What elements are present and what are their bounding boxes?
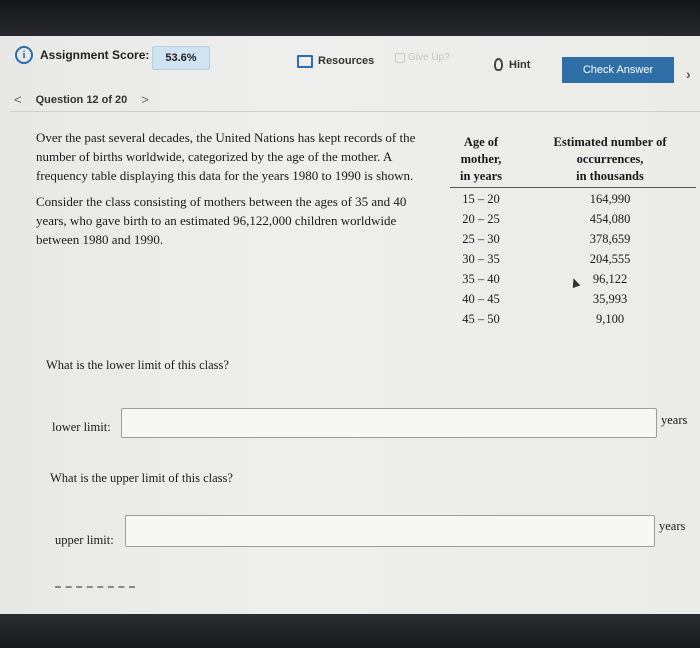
age-header-line: mother, (460, 152, 502, 166)
bezel-bottom (0, 614, 700, 648)
lower-limit-input[interactable] (121, 408, 657, 438)
table-cell-age: 15 – 20 (462, 192, 500, 206)
table-header-rule (450, 187, 696, 188)
table-header-age: Age of mother, in years (450, 134, 512, 185)
age-header-line: in years (459, 169, 502, 183)
question-lower-limit: What is the lower limit of this class? (46, 358, 229, 372)
table-cell-occurrences: 378,659 (589, 232, 631, 246)
occ-header-line: Estimated number of (553, 135, 667, 149)
age-header-line: Age of (463, 135, 499, 149)
flag-icon (395, 52, 405, 63)
occ-header-line: occurrences, (576, 152, 644, 166)
table-cell-occurrences: 96,122 (592, 272, 628, 286)
question-upper-limit: What is the upper limit of this class? (50, 471, 233, 485)
question-nav: < Question 12 of 20 > (14, 92, 149, 107)
divider (10, 111, 700, 112)
table-cell-occurrences: 35,993 (592, 292, 628, 306)
problem-paragraph-1: Over the past several decades, the Unite… (36, 130, 416, 183)
check-answer-button[interactable]: Check Answer (562, 57, 674, 83)
divider (55, 586, 135, 588)
folder-icon (297, 54, 313, 68)
resources-button[interactable]: Resources (297, 50, 374, 72)
info-icon[interactable]: i (15, 46, 33, 64)
occ-header-line: in thousands (576, 169, 644, 183)
give-up-button[interactable]: Give Up? (395, 52, 450, 63)
table-cell-occurrences: 204,555 (589, 252, 631, 266)
table-cell-occurrences: 9,100 (595, 312, 625, 326)
next-question-icon[interactable]: > (141, 92, 149, 107)
upper-limit-label: upper limit: (55, 533, 114, 547)
table-cell-age: 20 – 25 (462, 212, 500, 226)
table-cell-age: 45 – 50 (462, 312, 500, 326)
upper-limit-unit: years (659, 519, 686, 533)
age-column: 15 – 20 20 – 25 25 – 30 30 – 35 35 – 40 … (450, 189, 512, 329)
lower-limit-unit: years (661, 413, 688, 427)
table-cell-age: 30 – 35 (462, 252, 500, 266)
chevron-right-icon[interactable]: › (686, 66, 691, 82)
lower-limit-label: lower limit: (52, 420, 111, 434)
table-cell-occurrences: 164,990 (589, 192, 631, 206)
hint-label: Hint (509, 58, 531, 71)
hint-button[interactable]: Hint (494, 58, 530, 71)
upper-limit-input[interactable] (125, 515, 655, 547)
occurrences-column: 164,990 454,080 378,659 204,555 96,122 3… (570, 189, 650, 329)
assignment-score-label: Assignment Score: (40, 48, 150, 62)
problem-paragraph-2: Consider the class consisting of mothers… (36, 194, 407, 247)
lightbulb-icon (494, 58, 503, 71)
score-badge: 53.6% (152, 46, 210, 70)
question-counter: Question 12 of 20 (35, 93, 128, 106)
give-up-label: Give Up? (408, 52, 450, 63)
table-cell-age: 40 – 45 (462, 292, 500, 306)
table-header-occurrences: Estimated number of occurrences, in thou… (540, 134, 680, 185)
table-cell-age: 25 – 30 (462, 232, 500, 246)
table-cell-age: 35 – 40 (462, 272, 500, 286)
resources-label: Resources (318, 55, 375, 67)
bezel-top (0, 0, 700, 40)
table-cell-occurrences: 454,080 (589, 212, 631, 226)
prev-question-icon[interactable]: < (14, 92, 22, 107)
